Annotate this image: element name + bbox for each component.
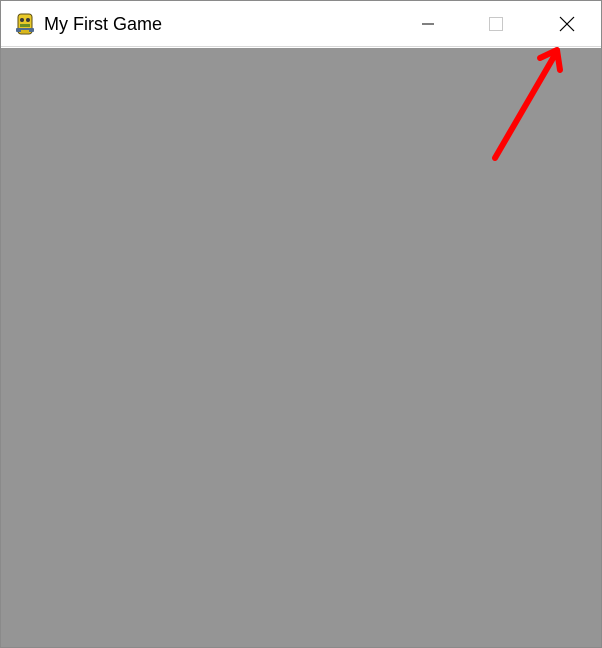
game-window: My First Game xyxy=(0,0,602,648)
close-button[interactable] xyxy=(544,1,590,47)
maximize-icon xyxy=(489,17,503,31)
app-icon[interactable] xyxy=(13,12,37,36)
title-bar[interactable]: My First Game xyxy=(1,1,601,47)
window-title: My First Game xyxy=(44,14,163,34)
close-icon xyxy=(559,16,575,32)
game-canvas[interactable] xyxy=(1,48,601,647)
maximize-button[interactable] xyxy=(473,1,519,47)
minimize-button[interactable] xyxy=(405,1,451,47)
minimize-icon xyxy=(422,23,434,25)
pygame-snake-icon xyxy=(16,13,34,35)
